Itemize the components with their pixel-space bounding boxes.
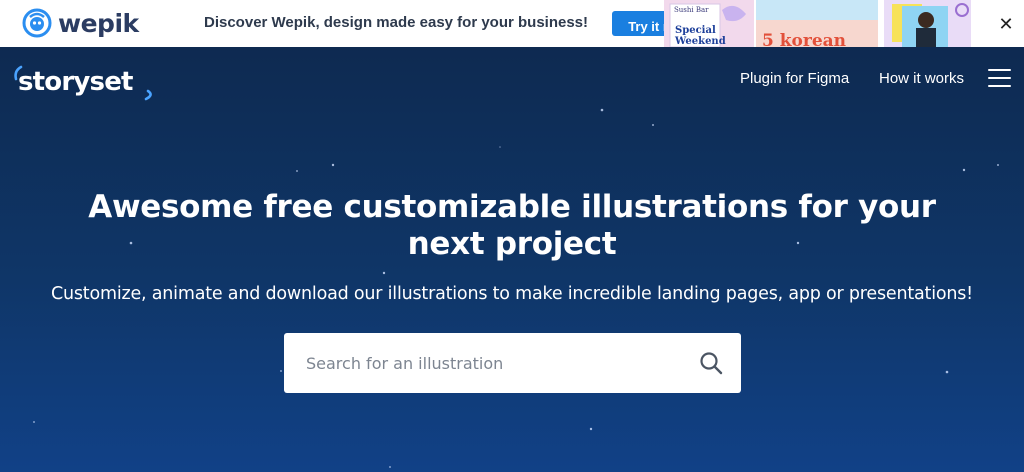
storyset-wordmark: storyset [18, 67, 133, 97]
ad-artwork[interactable]: Sushi Bar Special Weekend 5 korean [664, 0, 971, 47]
ad-sushi-text: Sushi Bar [674, 6, 709, 14]
nav-link-plugin-for-figma[interactable]: Plugin for Figma [740, 70, 849, 87]
hero-headline: Awesome free customizable illustrations … [88, 189, 936, 262]
wepik-logo[interactable]: wepik [22, 8, 139, 38]
ad-korean-text: 5 korean [762, 31, 846, 47]
banner-message: Discover Wepik, design made easy for you… [204, 14, 589, 31]
search-input[interactable] [306, 351, 676, 375]
ad-special-text: Special [675, 25, 716, 36]
search-bar [284, 333, 741, 393]
top-navbar: storyset Plugin for Figma How it works [0, 47, 1024, 107]
hero-subline: Customize, animate and download our illu… [50, 284, 974, 304]
close-icon[interactable]: ✕ [996, 15, 1016, 35]
search-icon[interactable] [699, 351, 723, 375]
hamburger-menu-icon[interactable] [988, 69, 1011, 87]
storyset-logo[interactable]: storyset [12, 61, 157, 101]
hero-section: storyset Plugin for Figma How it works A… [0, 47, 1024, 472]
wepik-wordmark: wepik [58, 8, 139, 38]
wepik-mascot-icon [22, 8, 52, 38]
ad-weekend-text: Weekend [674, 36, 726, 47]
try-it-button[interactable]: Try it n [612, 11, 672, 36]
ad-banner: wepik Discover Wepik, design made easy f… [0, 0, 1024, 47]
nav-link-how-it-works[interactable]: How it works [879, 70, 964, 87]
